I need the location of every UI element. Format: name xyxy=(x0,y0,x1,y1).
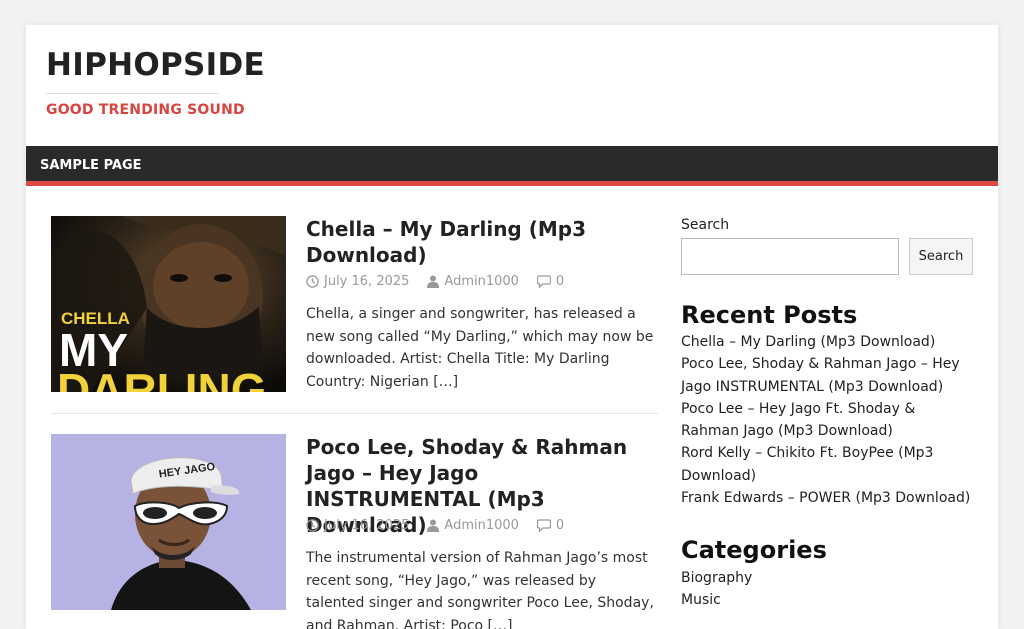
recent-post-link[interactable]: Poco Lee – Hey Jago Ft. Shoday & Rahman … xyxy=(681,398,973,443)
categories-title: Categories xyxy=(681,536,827,564)
search-label: Search xyxy=(681,217,730,233)
recent-post-link[interactable]: Chella – My Darling (Mp3 Download) xyxy=(681,331,973,353)
thumb-text-title2: DARLING xyxy=(57,364,267,392)
recent-post-link[interactable]: Rord Kelly – Chikito Ft. BoyPee (Mp3 Dow… xyxy=(681,442,973,487)
post-author: Admin1000 xyxy=(427,518,519,533)
post-excerpt: The instrumental version of Rahman Jago’… xyxy=(306,547,656,629)
user-icon xyxy=(427,519,440,532)
post-meta: July 16, 2025 Admin1000 0 xyxy=(306,274,582,289)
nav-item-sample-page[interactable]: SAMPLE PAGE xyxy=(40,158,142,173)
comment-icon xyxy=(536,519,551,532)
main-navigation: SAMPLE PAGE xyxy=(26,146,998,186)
recent-posts-list: Chella – My Darling (Mp3 Download) Poco … xyxy=(681,331,973,509)
comment-icon xyxy=(536,275,551,288)
read-more-link[interactable]: […] xyxy=(488,618,513,629)
user-icon xyxy=(427,275,440,288)
post-item: CHELLA MY DARLING Chella – My Darling (M… xyxy=(51,216,658,414)
page-container: HIPHOPSIDE GOOD TRENDING SOUND SAMPLE PA… xyxy=(26,25,998,629)
clock-icon xyxy=(306,275,319,288)
post-date: July 16, 2025 xyxy=(306,518,409,533)
recent-post-link[interactable]: Frank Edwards – POWER (Mp3 Download) xyxy=(681,487,973,509)
recent-post-link[interactable]: Poco Lee, Shoday & Rahman Jago – Hey Jag… xyxy=(681,353,973,398)
categories-list: Biography Music xyxy=(681,567,973,612)
read-more-link[interactable]: […] xyxy=(433,374,458,390)
site-tagline: GOOD TRENDING SOUND xyxy=(46,102,245,118)
title-divider xyxy=(46,93,219,94)
post-item: HEY JAGO Poco Lee, Shoday & Rahman Jago … xyxy=(51,434,658,629)
search-input[interactable] xyxy=(681,238,899,275)
post-author: Admin1000 xyxy=(427,274,519,289)
post-date: July 16, 2025 xyxy=(306,274,409,289)
site-header: HIPHOPSIDE GOOD TRENDING SOUND xyxy=(26,25,998,146)
clock-icon xyxy=(306,519,319,532)
recent-posts-title: Recent Posts xyxy=(681,301,858,329)
category-link[interactable]: Music xyxy=(681,589,973,611)
post-thumbnail[interactable]: HEY JAGO xyxy=(51,434,286,610)
post-excerpt: Chella, a singer and songwriter, has rel… xyxy=(306,306,654,390)
post-meta: July 16, 2025 Admin1000 0 xyxy=(306,518,582,533)
category-link[interactable]: Biography xyxy=(681,567,973,589)
site-title[interactable]: HIPHOPSIDE xyxy=(46,47,265,83)
post-comments: 0 xyxy=(536,274,564,289)
post-thumbnail[interactable]: CHELLA MY DARLING xyxy=(51,216,286,392)
post-comments: 0 xyxy=(536,518,564,533)
search-button[interactable]: Search xyxy=(909,238,973,275)
post-title[interactable]: Chella – My Darling (Mp3 Download) xyxy=(306,216,658,268)
